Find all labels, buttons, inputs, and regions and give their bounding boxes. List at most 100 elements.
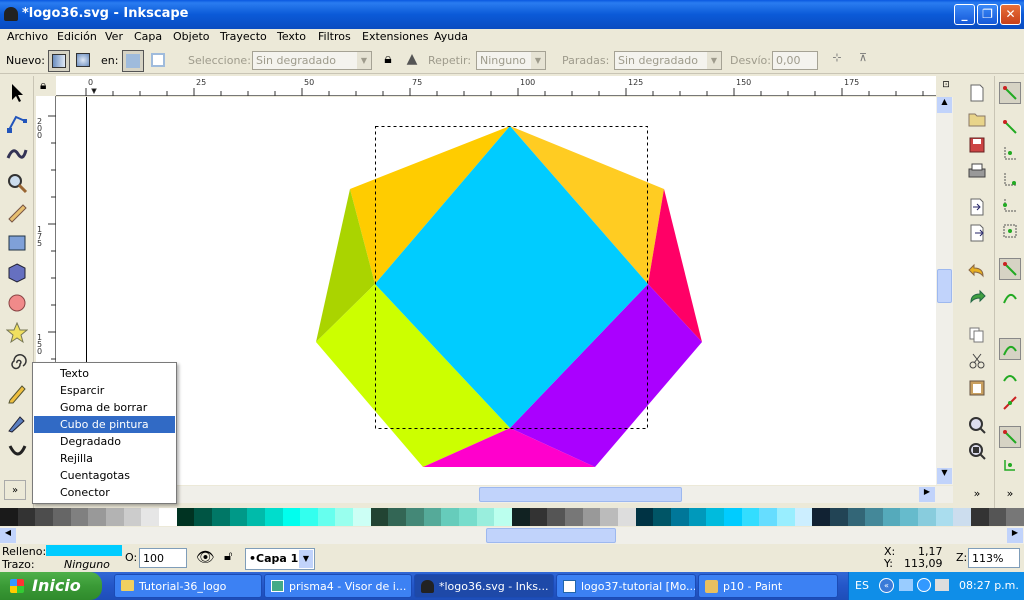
zoom-selection-icon[interactable] [966, 414, 988, 436]
palette-swatch[interactable] [741, 508, 760, 526]
palette-swatch[interactable] [300, 508, 318, 526]
palette-swatch[interactable] [441, 508, 460, 526]
palette-swatch[interactable] [759, 508, 777, 526]
color-palette[interactable] [0, 508, 1024, 526]
opacity-spinner[interactable]: 100 [139, 548, 187, 568]
palette-swatch[interactable] [1006, 508, 1024, 526]
start-button[interactable]: Inicio [0, 572, 102, 600]
palette-swatch[interactable] [635, 508, 654, 526]
palette-swatch[interactable] [900, 508, 919, 526]
network-icon[interactable] [899, 579, 913, 591]
scroll-down-icon[interactable]: ▼ [937, 468, 952, 484]
ellipse-tool-icon[interactable] [4, 290, 30, 316]
snap-paths-icon[interactable] [999, 286, 1021, 308]
menu-item-rejilla[interactable]: Rejilla [34, 450, 175, 467]
palette-swatch[interactable] [141, 508, 159, 526]
snap-toggle-icon[interactable] [999, 82, 1021, 104]
palette-swatch[interactable] [282, 508, 301, 526]
snap-bbox-corner-icon[interactable] [999, 168, 1021, 190]
palette-swatch[interactable] [52, 508, 71, 526]
palette-swatch[interactable] [194, 508, 212, 526]
palette-swatch[interactable] [158, 508, 177, 526]
language-indicator[interactable]: ES [855, 579, 869, 592]
menu-item-goma[interactable]: Goma de borrar [34, 399, 175, 416]
palette-swatch[interactable] [670, 508, 689, 526]
menu-archivo[interactable]: Archivo [7, 30, 48, 43]
palette-swatch[interactable] [35, 508, 53, 526]
info-icon[interactable] [917, 578, 931, 592]
tweak-tool-icon[interactable] [4, 140, 30, 166]
drawing-canvas[interactable] [56, 97, 936, 485]
palette-swatch[interactable] [459, 508, 477, 526]
visibility-eye-icon[interactable]: 👁︎ [196, 548, 215, 566]
palette-swatch[interactable] [706, 508, 724, 526]
palette-swatch[interactable] [211, 508, 230, 526]
palette-swatch[interactable] [882, 508, 901, 526]
pen-tool-icon[interactable] [4, 410, 30, 436]
pencil-tool-icon[interactable] [4, 380, 30, 406]
palette-swatch[interactable] [247, 508, 265, 526]
layer-select[interactable]: •Capa 1 ▼ [245, 548, 315, 570]
palette-swatch[interactable] [264, 508, 283, 526]
palette-swatch[interactable] [600, 508, 618, 526]
palette-swatch[interactable] [794, 508, 813, 526]
scroll-right-icon[interactable]: ▶ [919, 487, 935, 502]
new-document-icon[interactable] [966, 82, 988, 104]
radial-gradient-button[interactable] [73, 50, 95, 72]
snap-bbox-icon[interactable] [999, 116, 1021, 138]
horizontal-scroll-thumb[interactable] [479, 487, 682, 502]
menu-edicion[interactable]: Edición [57, 30, 97, 43]
zoom-drawing-icon[interactable] [966, 440, 988, 462]
stroke-value[interactable]: Ninguno [64, 558, 110, 571]
palette-swatch[interactable] [847, 508, 866, 526]
node-tool-icon[interactable] [4, 110, 30, 136]
palette-swatch[interactable] [617, 508, 636, 526]
palette-swatch[interactable] [353, 508, 371, 526]
snap-smooth-icon[interactable] [999, 366, 1021, 388]
palette-swatch[interactable] [88, 508, 106, 526]
palette-swatch[interactable] [971, 508, 989, 526]
palette-swatch[interactable] [105, 508, 124, 526]
task-paint[interactable]: p10 - Paint [698, 574, 838, 598]
display-icon[interactable] [935, 579, 949, 591]
menu-item-degradado[interactable]: Degradado [34, 433, 175, 450]
snap-bbox-edge-icon[interactable] [999, 142, 1021, 164]
palette-swatch[interactable] [918, 508, 936, 526]
palette-scrollbar[interactable]: ◀ ▶ [0, 527, 1024, 544]
snap-intersection-icon[interactable] [999, 426, 1021, 448]
linear-gradient-button[interactable] [48, 50, 70, 72]
palette-scroll-thumb[interactable] [486, 528, 616, 543]
delete-stop-icon[interactable]: ⊼ [852, 51, 874, 73]
palette-swatch[interactable] [812, 508, 830, 526]
undo-icon[interactable] [966, 260, 988, 282]
palette-swatch[interactable] [476, 508, 495, 526]
minimize-icon[interactable]: _ [954, 4, 975, 25]
palette-swatch[interactable] [176, 508, 195, 526]
more-snap-icon[interactable]: » [999, 482, 1021, 504]
palette-swatch[interactable] [317, 508, 336, 526]
layer-lock-icon[interactable]: 🔓︎ [224, 549, 232, 564]
menu-objeto[interactable]: Objeto [173, 30, 210, 43]
snap-nodes-icon[interactable] [999, 258, 1021, 280]
palette-swatch[interactable] [529, 508, 548, 526]
snap-midpoint-icon[interactable] [999, 392, 1021, 414]
lock-icon[interactable]: 🔒︎ [377, 51, 399, 73]
palette-swatch[interactable] [953, 508, 972, 526]
calligraphy-tool-icon[interactable] [4, 440, 30, 466]
palette-swatch[interactable] [935, 508, 954, 526]
snap-center-icon[interactable] [999, 454, 1021, 476]
zoom-field[interactable]: 113% [968, 548, 1020, 568]
repeat-select[interactable]: Ninguno ▼ [476, 51, 546, 70]
star-tool-icon[interactable] [4, 320, 30, 346]
paste-icon[interactable] [966, 376, 988, 398]
palette-swatch[interactable] [688, 508, 707, 526]
palette-swatch[interactable] [70, 508, 89, 526]
menu-item-texto[interactable]: Texto [34, 365, 175, 382]
open-folder-icon[interactable] [966, 108, 988, 130]
palette-swatch[interactable] [388, 508, 407, 526]
palette-swatch[interactable] [494, 508, 513, 526]
menu-ayuda[interactable]: Ayuda [434, 30, 468, 43]
palette-swatch[interactable] [0, 508, 18, 526]
print-icon[interactable] [966, 160, 988, 182]
zoom-tool-icon[interactable] [4, 170, 30, 196]
